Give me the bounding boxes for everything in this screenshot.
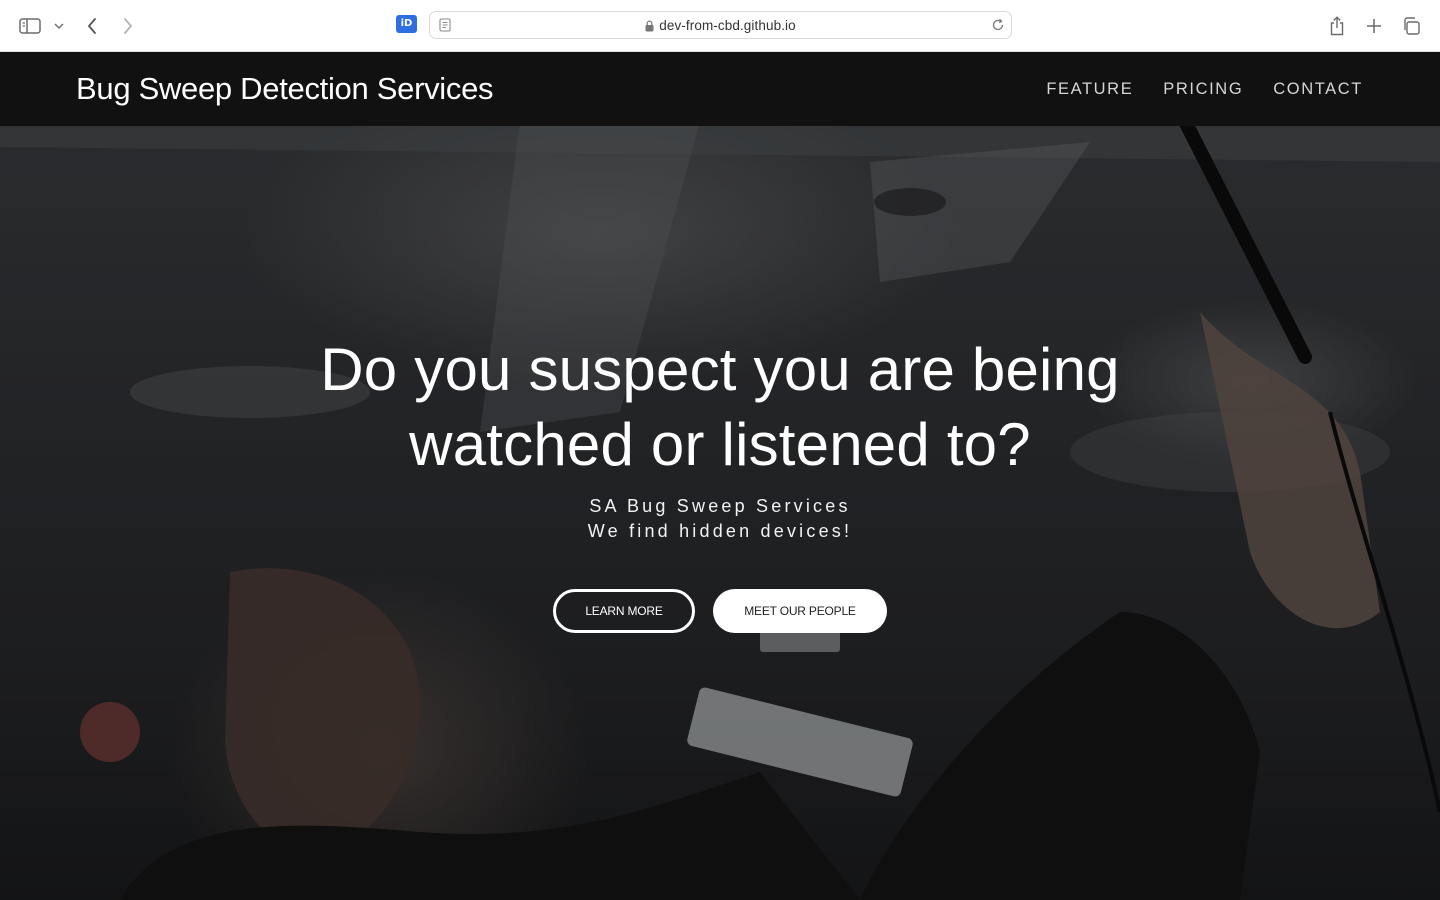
address-bar[interactable]: dev-from-cbd.github.io [429, 11, 1012, 39]
share-icon[interactable] [1323, 12, 1351, 40]
site-navbar: Bug Sweep Detection Services FEATURE PRI… [0, 52, 1440, 126]
extension-icon[interactable]: iD [396, 15, 417, 33]
hero-title: Do you suspect you are being watched or … [220, 332, 1220, 482]
lock-icon [645, 14, 654, 42]
site-brand[interactable]: Bug Sweep Detection Services [76, 70, 494, 108]
forward-icon[interactable] [114, 12, 142, 40]
hero-subtitle-line-1: SA Bug Sweep Services [589, 496, 851, 516]
learn-more-button[interactable]: LEARN MORE [553, 589, 695, 633]
sidebar-toggle-icon[interactable] [16, 12, 44, 40]
new-tab-icon[interactable] [1360, 12, 1388, 40]
meet-our-people-button[interactable]: MEET OUR PEOPLE [713, 589, 887, 633]
nav-links: FEATURE PRICING CONTACT [1046, 52, 1363, 126]
back-icon[interactable] [78, 12, 106, 40]
nav-link-pricing[interactable]: PRICING [1163, 80, 1243, 99]
url-text: dev-from-cbd.github.io [659, 18, 796, 33]
tab-overview-icon[interactable] [1397, 12, 1425, 40]
url-display: dev-from-cbd.github.io [430, 12, 1011, 40]
reload-icon[interactable] [991, 18, 1005, 37]
browser-toolbar: iD dev-from-cbd.github.io [0, 0, 1440, 52]
nav-link-feature[interactable]: FEATURE [1046, 80, 1133, 99]
chevron-down-icon[interactable] [48, 12, 70, 40]
hero-title-line-2: watched or listened to? [409, 411, 1031, 478]
site-page: Bug Sweep Detection Services FEATURE PRI… [0, 52, 1440, 900]
hero-title-line-1: Do you suspect you are being [320, 336, 1120, 403]
nav-link-contact[interactable]: CONTACT [1273, 80, 1363, 99]
hero-subtitle-line-2: We find hidden devices! [587, 521, 853, 541]
